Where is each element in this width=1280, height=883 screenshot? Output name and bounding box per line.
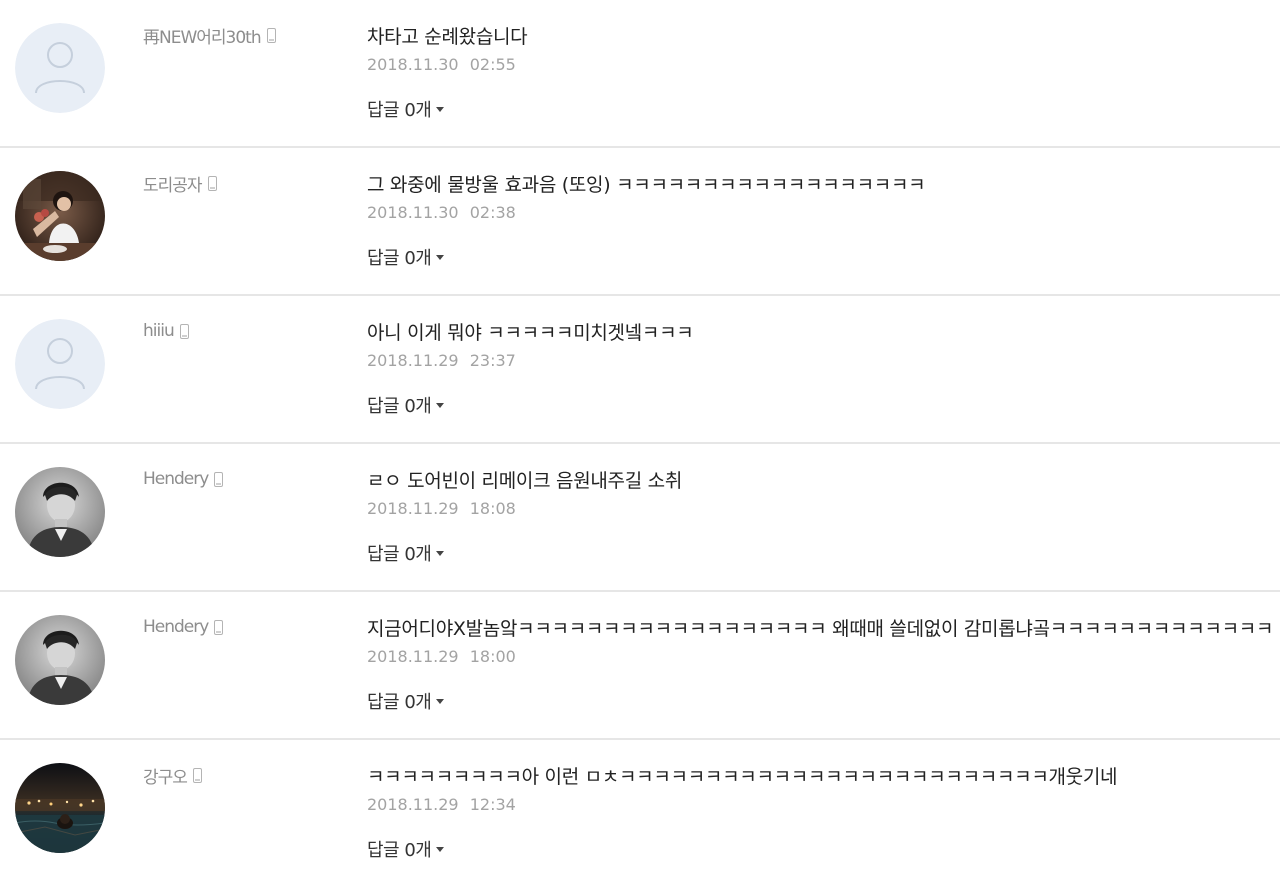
reply-count-label: 답글 0개 [367, 840, 432, 861]
comment-date: 2018.11.30 [367, 203, 459, 222]
comment-timestamp: 2018.11.29 18:00 [367, 647, 516, 666]
comment-time: 18:00 [469, 647, 516, 666]
caret-down-icon [436, 698, 445, 704]
author-name[interactable]: 도리공자 [143, 171, 203, 196]
comment-author[interactable]: 강구오 [143, 763, 202, 788]
reply-toggle-button[interactable]: 답글 0개 [367, 540, 445, 566]
comment-timestamp: 2018.11.29 23:37 [367, 351, 516, 370]
comment-time: 23:37 [469, 351, 516, 370]
author-name[interactable]: 강구오 [143, 763, 188, 788]
comment-time: 12:34 [469, 795, 516, 814]
mobile-phone-icon [192, 767, 202, 783]
photo-avatar[interactable] [15, 171, 105, 261]
reply-toggle-button[interactable]: 답글 0개 [367, 688, 445, 714]
default-avatar[interactable] [15, 319, 105, 409]
comment-author[interactable]: Hendery [143, 468, 224, 490]
default-avatar[interactable] [15, 23, 105, 113]
caret-down-icon [436, 846, 445, 852]
comment-author[interactable]: 再NEW어리30th [143, 23, 276, 48]
comment-timestamp: 2018.11.29 12:34 [367, 795, 516, 814]
reply-toggle-button[interactable]: 답글 0개 [367, 836, 445, 862]
comment-date: 2018.11.29 [367, 351, 459, 370]
comment-text: 아니 이게 뭐야 ㅋㅋㅋㅋㅋ미치겟넼ㅋㅋㅋ [367, 322, 694, 344]
caret-down-icon [436, 106, 445, 112]
comment-text: 차타고 순례왔습니다 [367, 26, 528, 48]
reply-toggle-button[interactable]: 답글 0개 [367, 392, 445, 418]
comment-author[interactable]: 도리공자 [143, 171, 217, 196]
reply-toggle-button[interactable]: 답글 0개 [367, 96, 445, 122]
caret-down-icon [436, 254, 445, 260]
reply-count-label: 답글 0개 [367, 692, 432, 713]
comment-item: 再NEW어리30th 차타고 순례왔습니다 2018.11.30 02:55 답… [0, 0, 1280, 148]
comment-item: 도리공자 그 와중에 물방울 효과음 (또잉) ㅋㅋㅋㅋㅋㅋㅋㅋㅋㅋㅋㅋㅋㅋㅋㅋ… [0, 148, 1280, 296]
mobile-phone-icon [214, 619, 224, 635]
author-name[interactable]: 再NEW어리30th [143, 23, 262, 48]
comment-item: Hendery ㄹㅇ 도어빈이 리메이크 음원내주길 소취 2018.11.29… [0, 444, 1280, 592]
comment-text: 그 와중에 물방울 효과음 (또잉) ㅋㅋㅋㅋㅋㅋㅋㅋㅋㅋㅋㅋㅋㅋㅋㅋㅋㅋ [367, 174, 926, 196]
reply-count-label: 답글 0개 [367, 396, 432, 417]
mobile-phone-icon [179, 323, 189, 339]
mobile-phone-icon [214, 471, 224, 487]
author-name[interactable]: Hendery [143, 469, 209, 489]
photo-avatar[interactable] [15, 763, 105, 853]
comment-text: ㅋㅋㅋㅋㅋㅋㅋㅋㅋ아 이런 ㅁㅊㅋㅋㅋㅋㅋㅋㅋㅋㅋㅋㅋㅋㅋㅋㅋㅋㅋㅋㅋㅋㅋㅋㅋㅋ… [367, 766, 1118, 788]
author-name[interactable]: hiiiu [143, 321, 175, 341]
comment-time: 02:55 [469, 55, 516, 74]
comment-time: 02:38 [469, 203, 516, 222]
comment-text: 지금어디야X발놈앜ㅋㅋㅋㅋㅋㅋㅋㅋㅋㅋㅋㅋㅋㅋㅋㅋㅋㅋ 왜때매 쓸데없이 감미롭… [367, 618, 1274, 640]
comment-timestamp: 2018.11.29 18:08 [367, 499, 516, 518]
comment-text: ㄹㅇ 도어빈이 리메이크 음원내주길 소취 [367, 470, 683, 492]
author-name[interactable]: Hendery [143, 617, 209, 637]
comment-time: 18:08 [469, 499, 516, 518]
caret-down-icon [436, 402, 445, 408]
comment-timestamp: 2018.11.30 02:38 [367, 203, 516, 222]
reply-count-label: 답글 0개 [367, 100, 432, 121]
caret-down-icon [436, 550, 445, 556]
comment-author[interactable]: Hendery [143, 616, 224, 638]
comment-list: 再NEW어리30th 차타고 순례왔습니다 2018.11.30 02:55 답… [0, 0, 1280, 883]
comment-item: 강구오 ㅋㅋㅋㅋㅋㅋㅋㅋㅋ아 이런 ㅁㅊㅋㅋㅋㅋㅋㅋㅋㅋㅋㅋㅋㅋㅋㅋㅋㅋㅋㅋㅋㅋ… [0, 740, 1280, 883]
mobile-phone-icon [207, 175, 217, 191]
comment-date: 2018.11.30 [367, 55, 459, 74]
comment-item: Hendery 지금어디야X발놈앜ㅋㅋㅋㅋㅋㅋㅋㅋㅋㅋㅋㅋㅋㅋㅋㅋㅋㅋ 왜때매 … [0, 592, 1280, 740]
comment-date: 2018.11.29 [367, 499, 459, 518]
comment-item: hiiiu 아니 이게 뭐야 ㅋㅋㅋㅋㅋ미치겟넼ㅋㅋㅋ 2018.11.29 2… [0, 296, 1280, 444]
photo-avatar[interactable] [15, 615, 105, 705]
comment-date: 2018.11.29 [367, 795, 459, 814]
photo-avatar[interactable] [15, 467, 105, 557]
mobile-phone-icon [266, 27, 276, 43]
comment-date: 2018.11.29 [367, 647, 459, 666]
comment-timestamp: 2018.11.30 02:55 [367, 55, 516, 74]
comment-author[interactable]: hiiiu [143, 320, 189, 342]
reply-count-label: 답글 0개 [367, 544, 432, 565]
reply-count-label: 답글 0개 [367, 248, 432, 269]
reply-toggle-button[interactable]: 답글 0개 [367, 244, 445, 270]
